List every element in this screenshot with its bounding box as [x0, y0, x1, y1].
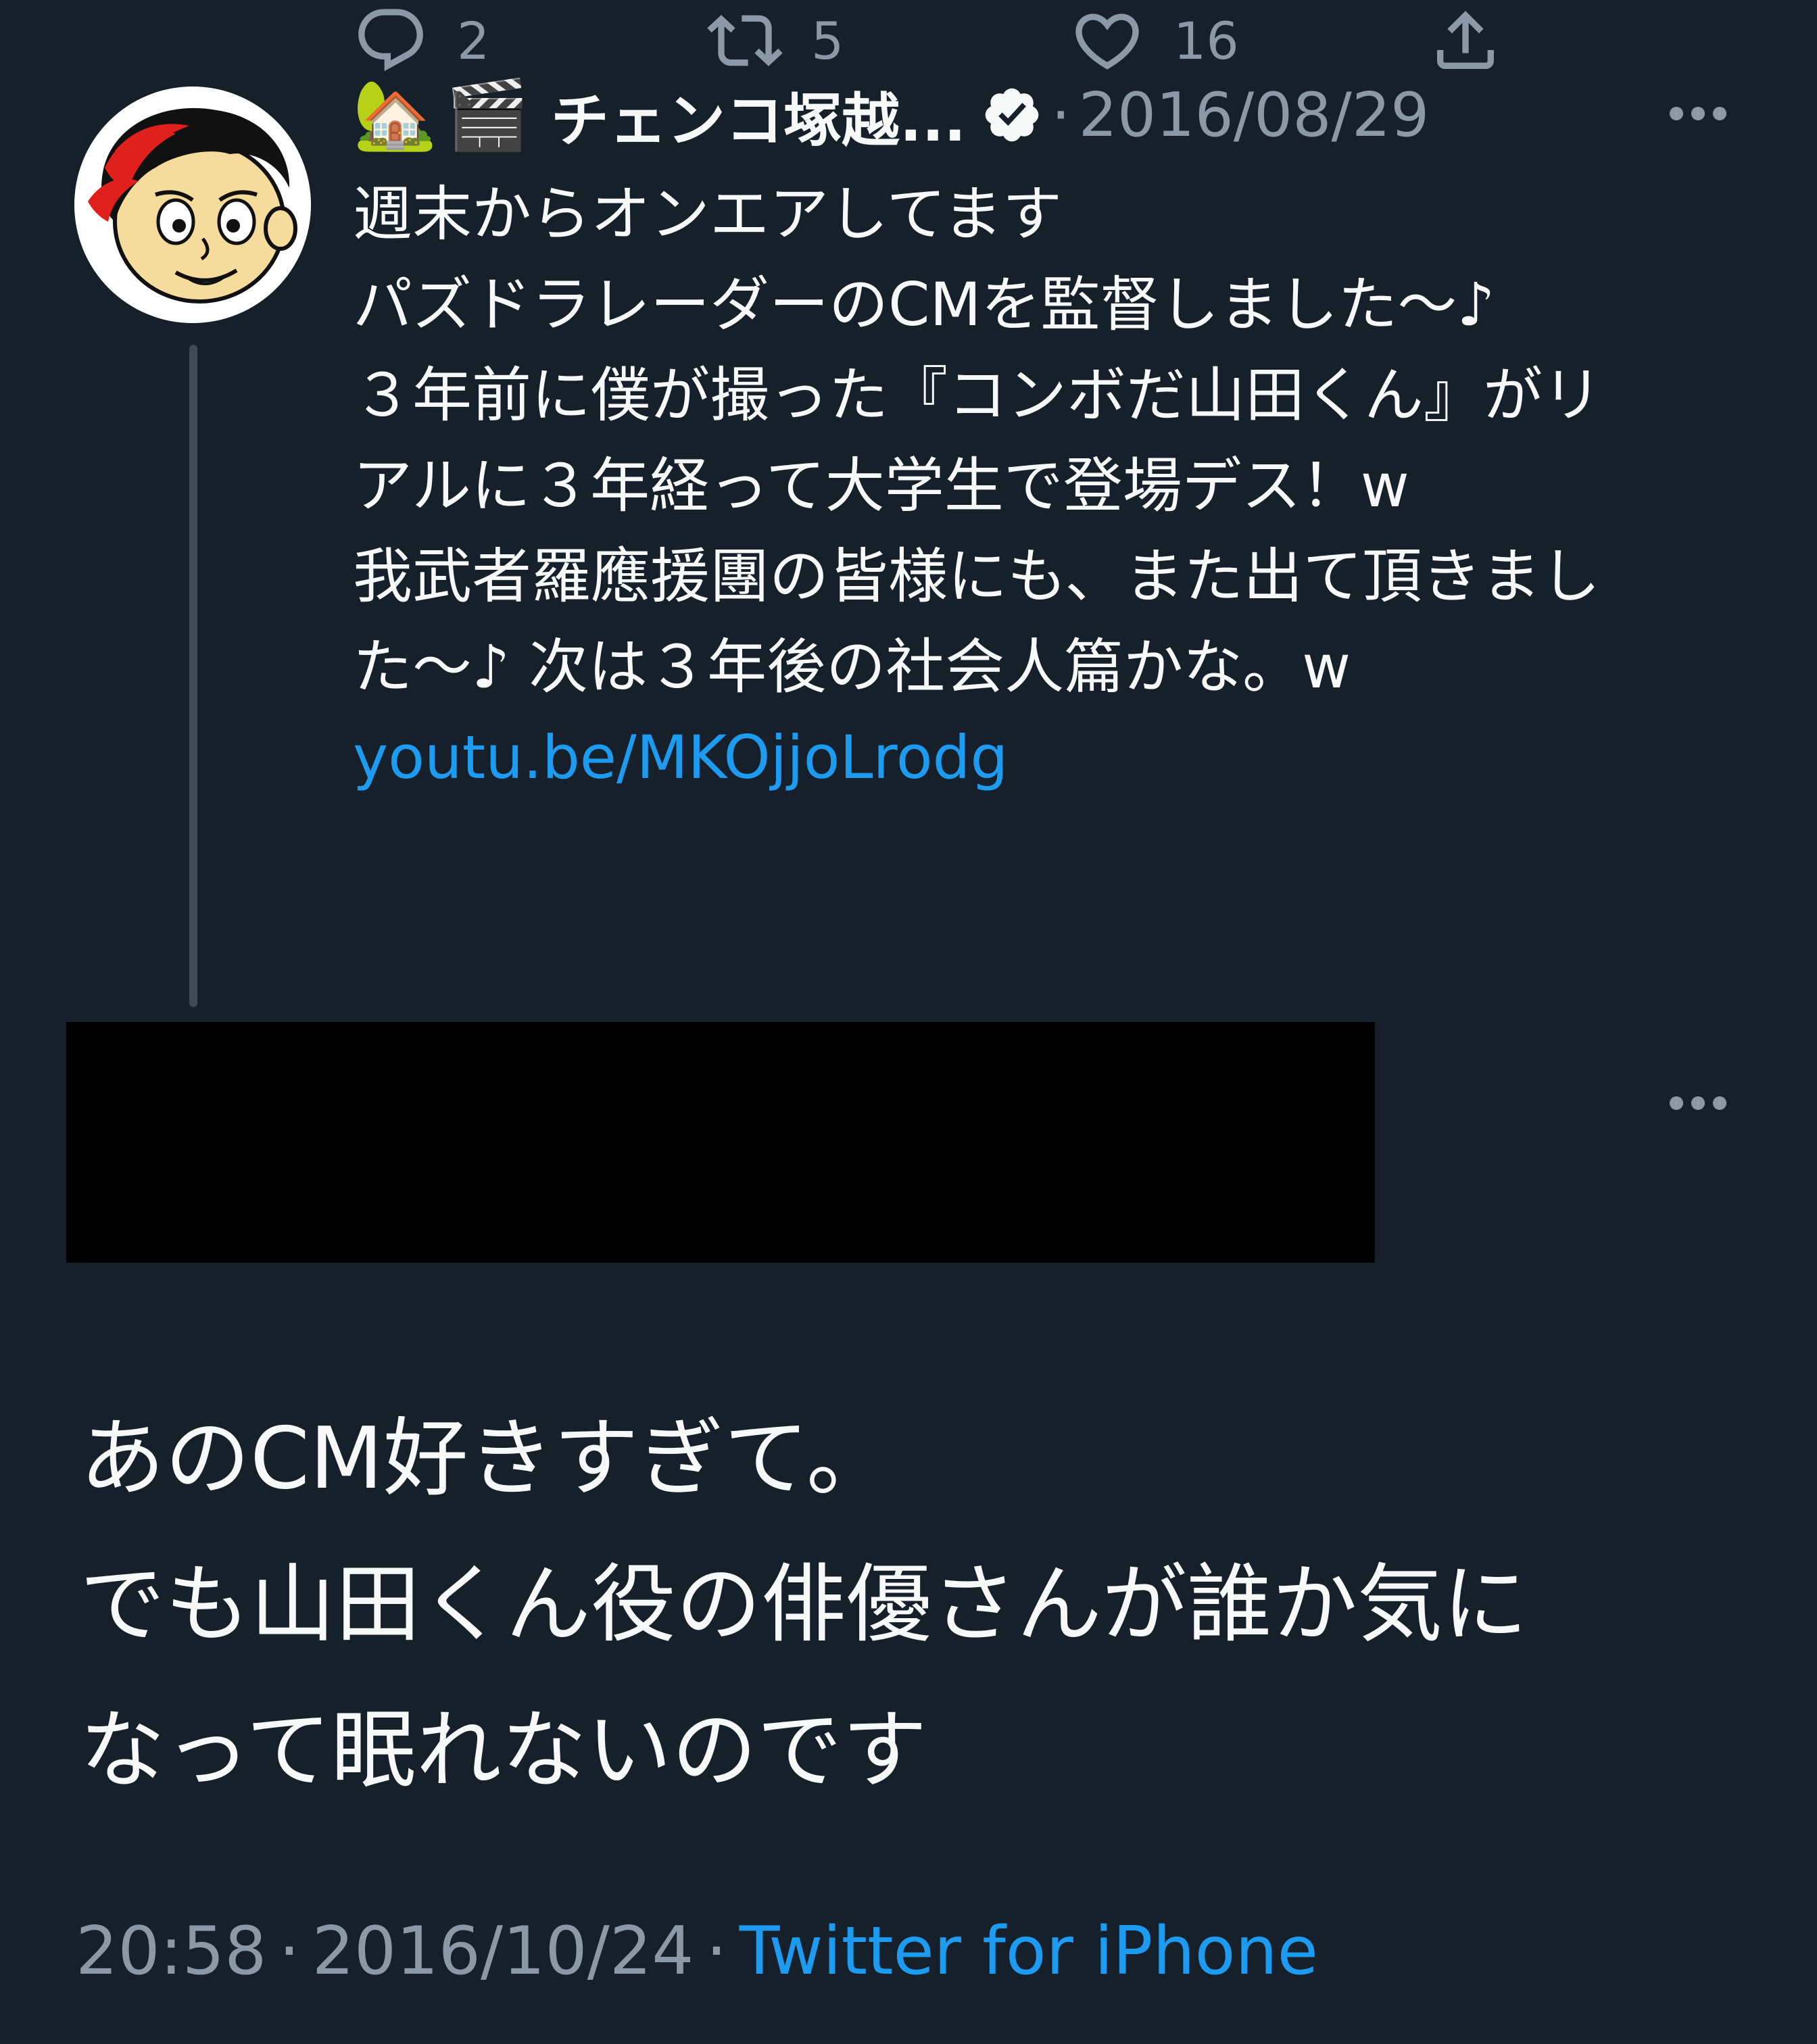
tweet-text: 週末からオンエアしてます パズドラレーダーのCMを監督しました〜♪ ３年前に僕が…	[353, 169, 1772, 803]
retweet-count: 5	[811, 10, 844, 71]
reply-text-line: でも山田くん役の俳優さんが誰か気に	[80, 1555, 1528, 1654]
heart-icon	[1075, 14, 1139, 70]
thread-connector-line	[189, 345, 197, 1007]
house-emoji: 🏡	[353, 75, 437, 154]
header-separator: ·	[1051, 79, 1071, 151]
avatar[interactable]	[74, 87, 311, 323]
tweet-source-link[interactable]: Twitter for iPhone	[740, 1913, 1318, 1990]
reply-button[interactable]: 2	[353, 0, 489, 81]
display-name[interactable]: チェンコ塚越...	[551, 73, 966, 157]
tweet-text-line: た〜♪ 次は３年後の社会人篇かな。w	[353, 632, 1351, 702]
retweet-icon	[707, 15, 783, 66]
tweet-date[interactable]: 2016/08/29	[1079, 80, 1430, 151]
tweet-header: 🏡 🎬 チェンコ塚越... · 2016/08/29	[353, 68, 1429, 162]
cartoon-face-avatar	[74, 87, 311, 323]
more-horizontal-icon[interactable]	[1670, 107, 1726, 120]
like-button[interactable]: 16	[1069, 0, 1239, 81]
share-icon	[1437, 11, 1494, 69]
reply-count: 2	[457, 10, 490, 71]
tweet-metadata: 20:58 · 2016/10/24 · Twitter for iPhone	[76, 1913, 1318, 1990]
redacted-user-block	[66, 1022, 1375, 1263]
tweet-time[interactable]: 20:58	[76, 1913, 266, 1990]
verified-badge-icon	[981, 84, 1043, 146]
tweet-date[interactable]: 2016/10/24	[312, 1913, 694, 1990]
tweet-text-line: アルに３年経って大学生で登場デス！w	[353, 451, 1409, 520]
reply-text-line: あのCM好きすぎて。	[80, 1409, 892, 1508]
reply-icon	[358, 9, 423, 72]
more-horizontal-icon[interactable]	[1670, 1096, 1726, 1110]
share-button[interactable]	[1428, 0, 1503, 81]
youtube-link[interactable]: youtu.be/MKOjjoLrodg	[353, 723, 1008, 792]
tweet-text-line: ３年前に僕が撮った『コンボだ山田くん』がリ	[353, 360, 1603, 430]
meta-separator: ·	[706, 1913, 727, 1990]
reply-text-line: なって眠れないのです	[80, 1701, 927, 1800]
clapper-emoji: 🎬	[445, 75, 530, 154]
retweet-button[interactable]: 5	[707, 0, 844, 81]
reply-tweet-text: あのCM好きすぎて。 でも山田くん役の俳優さんが誰か気に なって眠れないのです	[80, 1386, 1770, 1824]
tweet-text-line: 我武者羅應援團の皆様にも、また出て頂きまし	[353, 541, 1601, 611]
tweet-text-line: 週末からオンエアしてます	[353, 179, 1062, 249]
meta-separator: ·	[278, 1913, 300, 1990]
like-count: 16	[1173, 10, 1239, 71]
tweet-text-line: パズドラレーダーのCMを監督しました〜♪	[353, 270, 1495, 339]
